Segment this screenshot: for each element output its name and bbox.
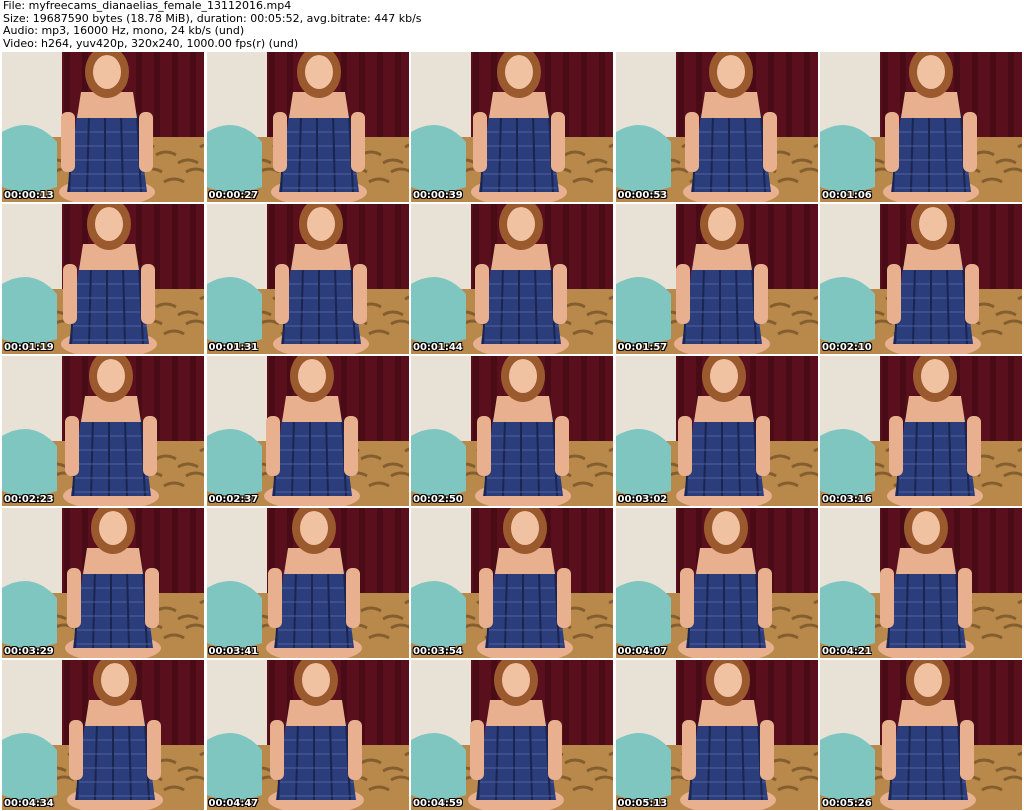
file-metadata: File: myfreecams_dianaelias_female_13112… [3,0,422,50]
thumbnail-scene [206,508,409,658]
file-name-line: File: myfreecams_dianaelias_female_13112… [3,0,292,12]
thumbnail-timestamp: 00:00:53 [617,190,668,201]
video-thumbnail: 00:02:37 [206,356,409,506]
video-thumbnail: 00:01:57 [615,204,818,354]
thumbnail-scene [206,660,409,810]
thumbnail-scene [820,52,1022,202]
video-thumbnail: 00:03:54 [411,508,613,658]
thumbnail-scene [2,204,204,354]
thumbnail-scene [411,204,613,354]
contact-sheet: File: myfreecams_dianaelias_female_13112… [0,0,1024,811]
thumbnail-timestamp: 00:01:57 [617,342,668,353]
thumbnail-scene [615,52,818,202]
thumbnail-scene [615,660,818,810]
thumbnail-timestamp: 00:04:07 [617,646,668,657]
thumbnail-timestamp: 00:02:10 [822,342,872,353]
thumbnail-scene [411,52,613,202]
thumbnail-scene [2,508,204,658]
video-thumbnail: 00:00:13 [2,52,204,202]
thumbnail-scene [820,204,1022,354]
thumbnail-scene [2,356,204,506]
thumbnail-timestamp: 00:03:54 [413,646,463,657]
video-thumbnail: 00:04:07 [615,508,818,658]
thumbnail-scene [206,52,409,202]
thumbnail-timestamp: 00:03:29 [4,646,54,657]
thumbnail-timestamp: 00:01:06 [822,190,872,201]
thumbnail-timestamp: 00:04:47 [208,798,259,809]
thumbnail-timestamp: 00:02:23 [4,494,54,505]
video-thumbnail: 00:02:23 [2,356,204,506]
thumbnail-timestamp: 00:00:39 [413,190,463,201]
video-thumbnail: 00:03:29 [2,508,204,658]
video-thumbnail: 00:04:47 [206,660,409,810]
video-thumbnail: 00:02:10 [820,204,1022,354]
thumbnail-timestamp: 00:04:21 [822,646,872,657]
audio-info-line: Audio: mp3, 16000 Hz, mono, 24 kb/s (und… [3,24,245,38]
thumbnail-scene [2,52,204,202]
thumbnail-timestamp: 00:00:13 [4,190,54,201]
video-thumbnail: 00:04:21 [820,508,1022,658]
video-thumbnail: 00:04:59 [411,660,613,810]
video-thumbnail: 00:02:50 [411,356,613,506]
video-thumbnail: 00:01:44 [411,204,613,354]
thumbnail-timestamp: 00:03:02 [617,494,668,505]
thumbnail-scene [820,356,1022,506]
video-thumbnail: 00:04:34 [2,660,204,810]
video-thumbnail: 00:00:39 [411,52,613,202]
thumbnail-timestamp: 00:04:59 [413,798,463,809]
thumbnail-timestamp: 00:01:31 [208,342,259,353]
video-thumbnail: 00:01:06 [820,52,1022,202]
thumbnail-scene [820,660,1022,810]
thumbnail-timestamp: 00:01:19 [4,342,54,353]
video-thumbnail: 00:00:53 [615,52,818,202]
thumbnail-timestamp: 00:02:37 [208,494,259,505]
thumbnail-scene [411,356,613,506]
thumbnail-timestamp: 00:02:50 [413,494,463,505]
thumbnail-scene [820,508,1022,658]
video-thumbnail: 00:03:41 [206,508,409,658]
video-thumbnail: 00:01:31 [206,204,409,354]
thumbnail-scene [411,660,613,810]
thumbnail-scene [615,508,818,658]
thumbnail-timestamp: 00:05:26 [822,798,872,809]
thumbnail-scene [411,508,613,658]
thumbnail-scene [2,660,204,810]
video-thumbnail: 00:05:13 [615,660,818,810]
thumbnail-grid: 00:00:13 00:00:27 00:00:39 00:00:53 00:01:06… [2,52,1022,811]
video-thumbnail: 00:01:19 [2,204,204,354]
thumbnail-scene [615,204,818,354]
thumbnail-timestamp: 00:03:16 [822,494,872,505]
thumbnail-scene [206,356,409,506]
thumbnail-timestamp: 00:00:27 [208,190,259,201]
video-info-line: Video: h264, yuv420p, 320x240, 1000.00 f… [3,36,299,50]
thumbnail-timestamp: 00:04:34 [4,798,54,809]
thumbnail-scene [206,204,409,354]
video-thumbnail: 00:00:27 [206,52,409,202]
thumbnail-scene [615,356,818,506]
thumbnail-timestamp: 00:01:44 [413,342,463,353]
video-thumbnail: 00:03:02 [615,356,818,506]
thumbnail-timestamp: 00:03:41 [208,646,259,657]
video-thumbnail: 00:03:16 [820,356,1022,506]
thumbnail-timestamp: 00:05:13 [617,798,668,809]
video-thumbnail: 00:05:26 [820,660,1022,810]
